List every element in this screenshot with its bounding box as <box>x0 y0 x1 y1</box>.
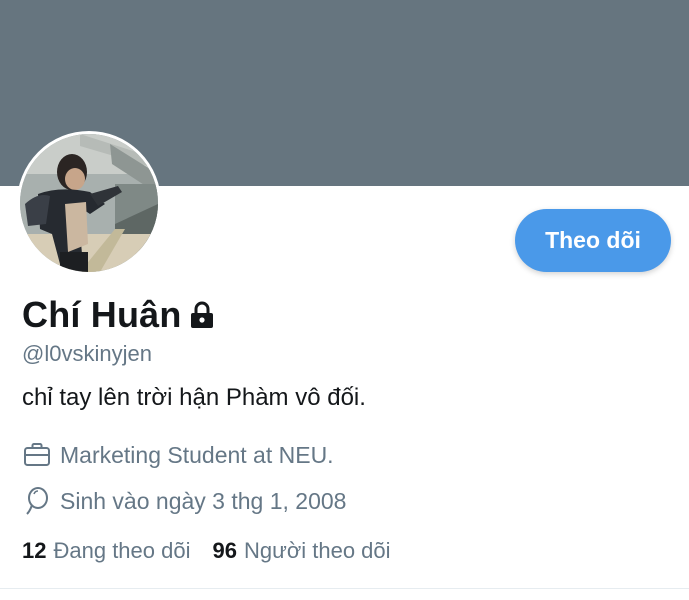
following-stat[interactable]: 12 Đang theo dõi <box>22 538 190 564</box>
balloon-icon <box>22 486 52 516</box>
work-info: Marketing Student at NEU. <box>22 440 334 470</box>
profile-handle: @l0vskinyjen <box>22 341 152 366</box>
avatar-photo <box>20 134 158 272</box>
profile-bio: chỉ tay lên trời hận Phàm vô đối. <box>22 384 366 411</box>
section-divider <box>0 588 689 589</box>
birthday-text: Sinh vào ngày 3 thg 1, 2008 <box>60 487 347 514</box>
birthday-info: Sinh vào ngày 3 thg 1, 2008 <box>22 486 346 516</box>
profile-page: Theo dõi Chí Huân @l0vskinyjen chỉ tay l… <box>0 0 689 600</box>
work-text: Marketing Student at NEU. <box>60 441 334 468</box>
follow-button[interactable]: Theo dõi <box>515 209 671 272</box>
following-count: 12 <box>22 538 47 563</box>
following-label: Đang theo dõi <box>53 538 191 563</box>
avatar[interactable] <box>17 131 161 275</box>
display-name-row: Chí Huân <box>22 294 216 336</box>
followers-label: Người theo dõi <box>243 538 391 563</box>
display-name: Chí Huân <box>22 294 182 335</box>
lock-icon <box>188 300 216 335</box>
followers-stat[interactable]: 96 Người theo dõi <box>212 538 390 564</box>
briefcase-icon <box>22 440 52 470</box>
followers-count: 96 <box>212 538 237 563</box>
follow-stats: 12 Đang theo dõi 96 Người theo dõi <box>22 538 413 564</box>
